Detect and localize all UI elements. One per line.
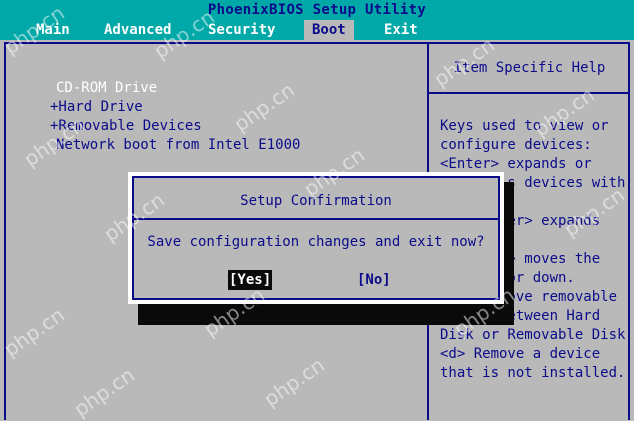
dialog-message: Save configuration changes and exit now? xyxy=(147,234,485,250)
boot-item-hard-drive[interactable]: +Hard Drive xyxy=(50,99,143,115)
bios-title: PhoenixBIOS Setup Utility xyxy=(207,2,427,18)
dialog-body: Setup Confirmation Save configuration ch… xyxy=(132,176,500,300)
dialog-title: Setup Confirmation xyxy=(240,193,392,209)
menu-exit[interactable]: Exit xyxy=(376,20,426,40)
help-title: Item Specific Help xyxy=(453,60,606,76)
menu-security[interactable]: Security xyxy=(200,20,283,40)
boot-item-removable[interactable]: +Removable Devices xyxy=(50,118,202,134)
bios-title-bar: PhoenixBIOS Setup Utility xyxy=(0,0,634,20)
menu-advanced[interactable]: Advanced xyxy=(96,20,179,40)
no-button[interactable]: [No] xyxy=(356,270,392,290)
help-separator xyxy=(429,92,630,94)
menu-boot[interactable]: Boot xyxy=(304,20,354,40)
menu-bar: Main Advanced Security Boot Exit xyxy=(0,20,634,40)
yes-button[interactable]: [Yes] xyxy=(228,270,273,290)
boot-item-network[interactable]: Network boot from Intel E1000 xyxy=(56,137,300,153)
boot-item-cdrom[interactable]: CD-ROM Drive xyxy=(56,80,157,96)
dialog-separator xyxy=(134,218,498,220)
menu-main[interactable]: Main xyxy=(28,20,78,40)
setup-confirmation-dialog: Setup Confirmation Save configuration ch… xyxy=(128,172,504,304)
